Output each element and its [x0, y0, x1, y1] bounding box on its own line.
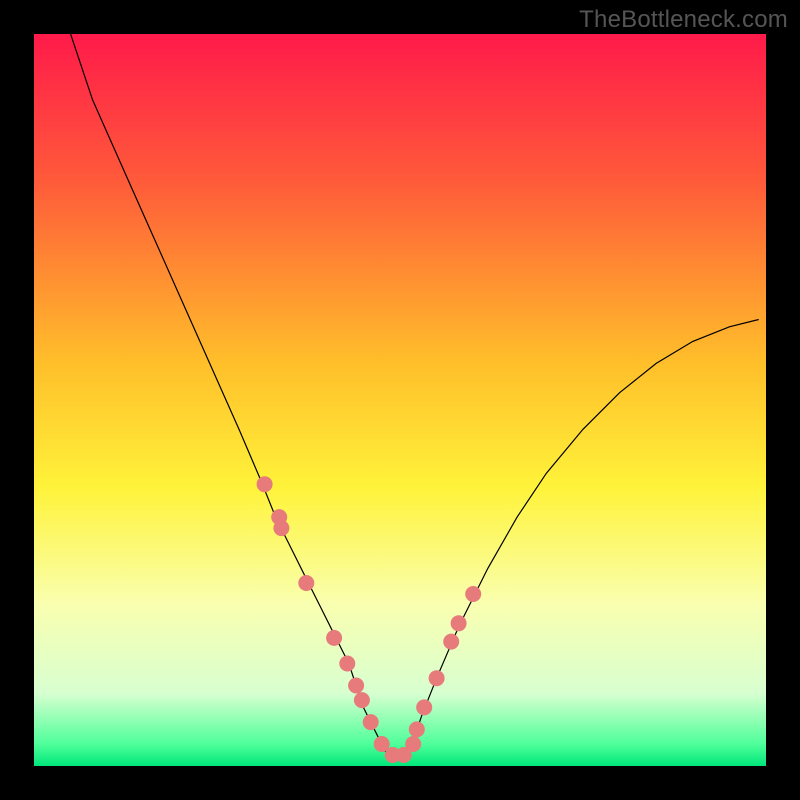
highlight-point: [363, 714, 379, 730]
highlight-point: [326, 630, 342, 646]
highlight-point: [416, 699, 432, 715]
highlight-point: [257, 476, 273, 492]
highlight-point: [339, 656, 355, 672]
highlight-point: [429, 670, 445, 686]
watermark-text: TheBottleneck.com: [579, 6, 788, 34]
highlight-point: [298, 575, 314, 591]
highlight-point: [273, 520, 289, 536]
highlight-point: [451, 615, 467, 631]
highlight-point: [409, 721, 425, 737]
highlight-point: [354, 692, 370, 708]
chart-svg: [34, 34, 766, 766]
highlight-point: [465, 586, 481, 602]
plot-area: [34, 34, 766, 766]
chart-frame: TheBottleneck.com: [0, 0, 800, 800]
highlight-point: [348, 678, 364, 694]
chart-background: [34, 34, 766, 766]
highlight-point: [443, 634, 459, 650]
highlight-point: [405, 736, 421, 752]
